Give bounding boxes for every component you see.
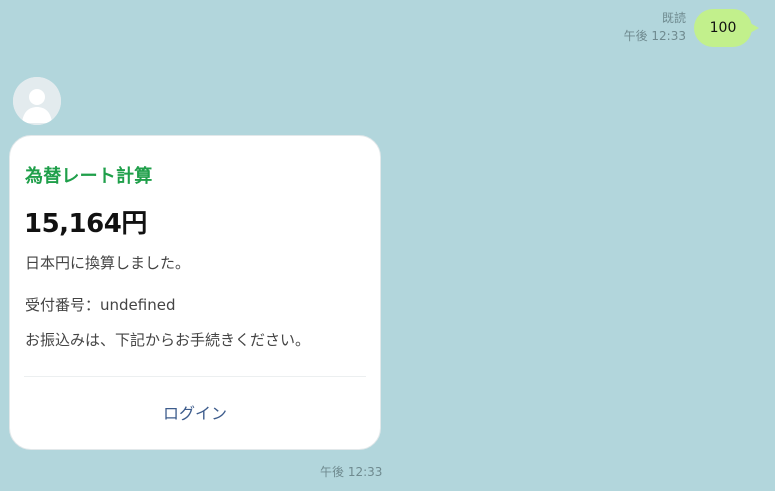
card-divider xyxy=(24,376,366,377)
default-user-avatar-icon xyxy=(13,77,61,125)
sent-message-time: 午後 12:33 xyxy=(623,29,686,43)
read-receipt: 既読 xyxy=(661,11,686,25)
receipt-number: 受付番号：undefined xyxy=(25,296,176,314)
sent-message-meta: 既読 午後 12:33 xyxy=(624,9,686,45)
card-title: 為替レート計算 xyxy=(25,166,153,187)
conversion-message: 日本円に換算しました。 xyxy=(25,254,191,272)
exchange-rate-card: 為替レート計算 15,164円 日本円に換算しました。 受付番号：undefin… xyxy=(9,135,381,450)
converted-amount: 15,164円 xyxy=(24,209,147,239)
sent-message-text: 100 xyxy=(709,20,737,36)
sender-avatar[interactable] xyxy=(13,77,61,125)
login-button[interactable]: ログイン xyxy=(10,400,380,424)
sent-message-bubble[interactable]: 100 xyxy=(694,9,759,47)
payment-instruction: お振込みは、下記からお手続きください。 xyxy=(25,331,311,349)
received-message-time: 午後 12:33 xyxy=(320,465,383,479)
